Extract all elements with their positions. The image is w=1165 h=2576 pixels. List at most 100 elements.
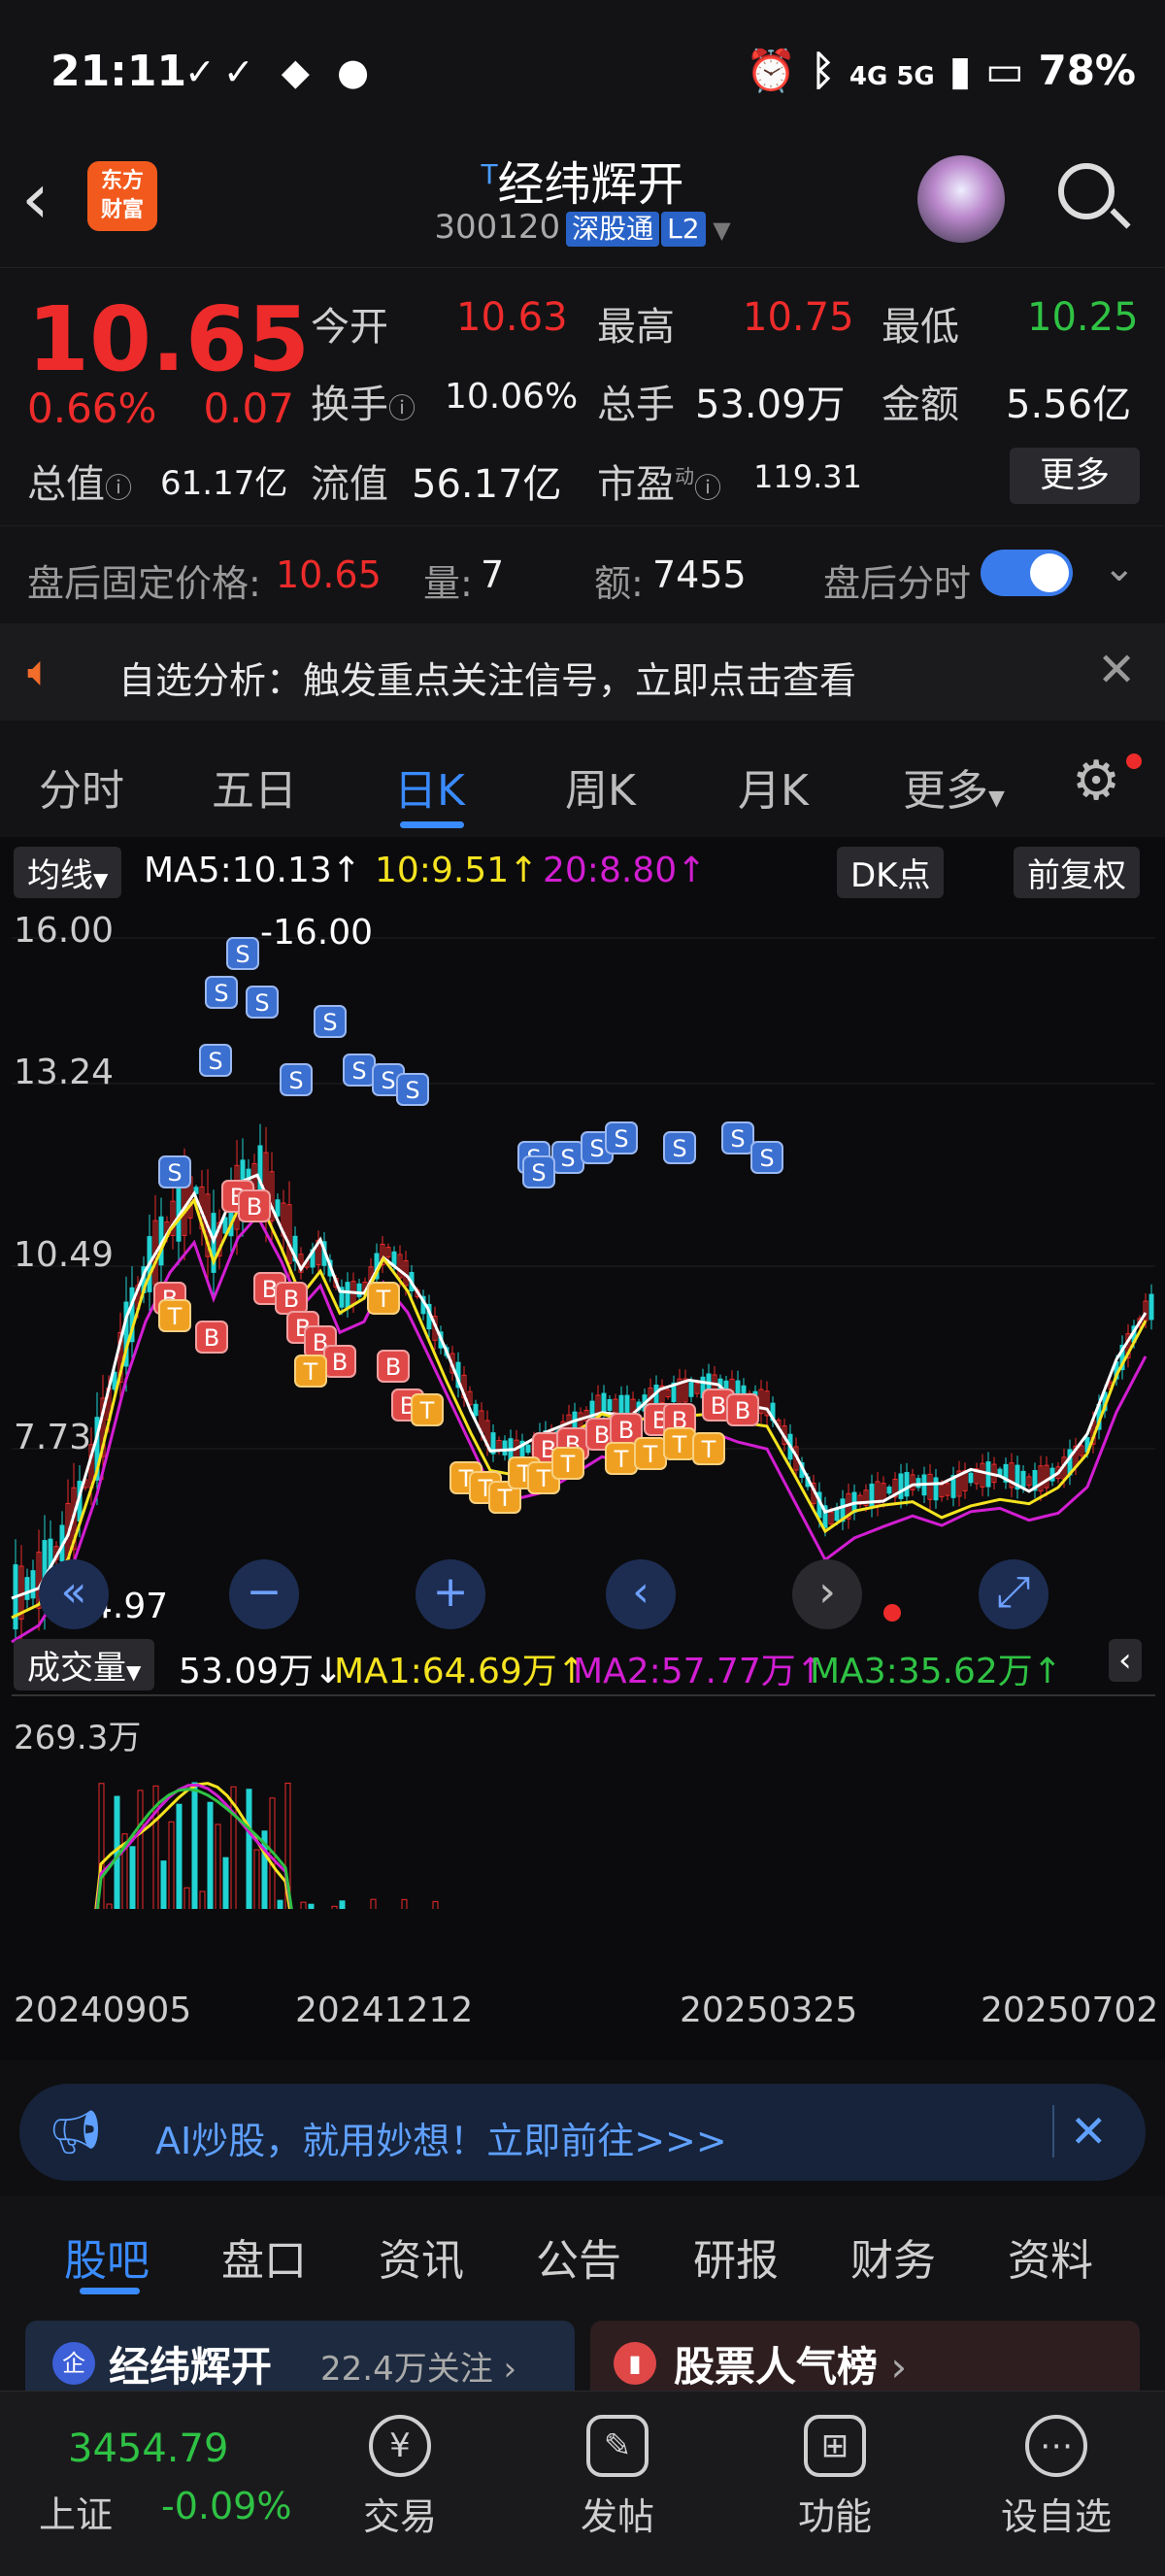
y-tick-label: 7.73: [14, 1418, 92, 1457]
candle-body: [968, 1472, 974, 1484]
chevron-right-icon[interactable]: ›: [792, 1559, 862, 1629]
tab-more[interactable]: 更多▼: [903, 755, 1005, 818]
close-icon[interactable]: ✕: [1052, 2105, 1108, 2158]
chevron-left-icon[interactable]: ‹: [606, 1559, 676, 1629]
after-hours-row: 盘后固定价格: 10.65 量: 7 额: 7455 盘后分时 ⌄: [0, 525, 1165, 623]
index-change[interactable]: -0.09%: [161, 2485, 291, 2527]
more-button[interactable]: 更多: [1010, 448, 1140, 504]
after-hours-toggle[interactable]: [981, 550, 1073, 596]
tab-weekly-k[interactable]: 周K: [565, 755, 636, 818]
bottom-nav: 3454.79 上证 -0.09% ¥ 交易 ✎ 发帖 ⊞ 功能 ⋯ 设自选: [0, 2391, 1165, 2576]
period-tabs: 分时 五日 日K 周K 月K 更多▼ ⚙: [0, 720, 1165, 837]
alarm-icon: ⏰: [746, 47, 797, 94]
tab-profile[interactable]: 资料: [1008, 2225, 1093, 2288]
sell-marker-label: S: [322, 1009, 337, 1036]
volume-bar: [106, 1903, 113, 1909]
quote-panel: 10.65 0.66% 0.07 今开 10.63 最高 10.75 最低 10.…: [0, 268, 1165, 525]
low-item: 最低: [882, 295, 959, 351]
kline-chart[interactable]: 均线▼ MA5:10.13↑ 10:9.51↑ 20:8.80↑ DK点 前复权…: [0, 837, 1165, 2060]
volume-item: 总手: [597, 373, 675, 429]
index-value[interactable]: 3454.79: [68, 2426, 228, 2471]
gear-icon[interactable]: ⚙: [1072, 750, 1120, 813]
buy-marker-label: B: [618, 1417, 634, 1444]
nav-functions[interactable]: ⊞ 功能: [757, 2415, 913, 2540]
change-abs: 0.07: [203, 385, 294, 432]
volume-bar: [176, 1803, 183, 1909]
t-marker-label: T: [497, 1485, 513, 1512]
volume-bar: [253, 1849, 260, 1909]
fullscreen-icon[interactable]: ⤢: [979, 1559, 1048, 1629]
t-marker-label: T: [419, 1397, 435, 1424]
sell-marker-label: S: [560, 1145, 575, 1172]
buy-marker-label: B: [332, 1349, 348, 1376]
chevron-right-icon: ›: [878, 2343, 908, 2391]
volume-bar: [160, 1860, 167, 1909]
nav-post[interactable]: ✎ 发帖: [540, 2415, 695, 2540]
volume-bar: [370, 1898, 377, 1909]
adjust-button[interactable]: 前复权: [1014, 847, 1140, 898]
vma3-label: MA3:35.62万↑: [810, 1652, 1062, 1691]
vol-now-label: 53.09万↓: [179, 1652, 344, 1691]
index-name[interactable]: 上证: [39, 2485, 113, 2538]
close-icon[interactable]: ✕: [1097, 643, 1136, 697]
vol-selector[interactable]: 成交量▼: [14, 1639, 155, 1690]
high-note-value: 16.00: [273, 913, 374, 953]
tab-research[interactable]: 研报: [693, 2225, 779, 2288]
tab-news[interactable]: 资讯: [379, 2225, 464, 2288]
tab-daily-k[interactable]: 日K: [394, 755, 465, 818]
nav-watchlist[interactable]: ⋯ 设自选: [979, 2415, 1134, 2540]
volume-bar: [246, 1789, 252, 1909]
sell-marker-label: S: [589, 1135, 604, 1162]
tab-finance[interactable]: 财务: [850, 2225, 936, 2288]
volume-bars: [98, 1782, 439, 1909]
search-icon[interactable]: [1058, 163, 1115, 219]
open-item: 今开: [311, 295, 388, 351]
volume-bar: [331, 1905, 338, 1909]
mktcap-value: 61.17亿: [160, 464, 288, 503]
t-marker-label: T: [536, 1465, 551, 1492]
volume-bar: [222, 1857, 229, 1909]
ai-banner[interactable]: 📢︎ AI炒股，就用妙想！立即前往>>> ✕: [19, 2084, 1146, 2181]
candle-body: [1020, 1470, 1026, 1488]
ma5-line: [11, 1173, 1148, 1600]
volume-bar: [339, 1900, 346, 1909]
dk-points-button[interactable]: DK点: [837, 847, 945, 898]
info-icon: ⓘ: [694, 472, 722, 504]
volume-bar: [277, 1899, 283, 1909]
chevron-down-icon[interactable]: ⌄: [1103, 546, 1136, 590]
high-label: 最高: [597, 305, 675, 350]
t-marker-label: T: [376, 1286, 391, 1313]
card-title: 经纬辉开: [109, 2343, 273, 2391]
pe-item: 市盈动ⓘ: [597, 452, 721, 509]
t-marker-label: T: [643, 1441, 658, 1468]
sell-marker-label: S: [235, 941, 250, 968]
tab-announce[interactable]: 公告: [536, 2225, 621, 2288]
turnover-label: 换手: [311, 383, 388, 427]
tab-guba[interactable]: 股吧: [64, 2225, 150, 2288]
ma-selector[interactable]: 均线▼: [14, 847, 122, 898]
sell-marker-label: S: [208, 1048, 222, 1075]
y-tick-label: 16.00: [14, 911, 115, 951]
tab-monthly-k[interactable]: 月K: [738, 755, 809, 818]
ma10-label: 10:9.51↑: [375, 851, 539, 890]
ma-legend: 均线▼ MA5:10.13↑ 10:9.51↑ 20:8.80↑ DK点 前复权: [14, 847, 1159, 898]
high-value: 10.75: [743, 295, 854, 340]
triangle-down-icon: ▼: [988, 786, 1005, 811]
battery-level: 78%: [1038, 47, 1136, 94]
signal-banner[interactable]: 🔈︎ 自选分析：触发重点关注信号，立即点击查看 ✕: [0, 623, 1165, 720]
candle-body: [525, 1444, 531, 1454]
tab-pankou[interactable]: 盘口: [221, 2225, 307, 2288]
zoom-out-icon[interactable]: −: [229, 1559, 299, 1629]
rewind-icon[interactable]: «: [39, 1559, 109, 1629]
nav-trade[interactable]: ¥ 交易: [322, 2415, 478, 2540]
kline-svg[interactable]: SSSSSSSSSSSSSSSSSSBBBBBBBBBBBBBBBBBBBTTT…: [0, 899, 1165, 1909]
network-label: 4G 5G: [849, 62, 935, 91]
zoom-in-icon[interactable]: +: [416, 1559, 485, 1629]
tab-5day[interactable]: 五日: [212, 755, 297, 818]
candle-body: [275, 1199, 281, 1217]
t-marker: T: [481, 158, 498, 190]
tab-intraday[interactable]: 分时: [39, 755, 124, 818]
collapse-left-icon[interactable]: ‹: [1109, 1639, 1142, 1682]
assistant-avatar[interactable]: [917, 155, 1005, 243]
pe-value: 119.31: [753, 458, 862, 495]
